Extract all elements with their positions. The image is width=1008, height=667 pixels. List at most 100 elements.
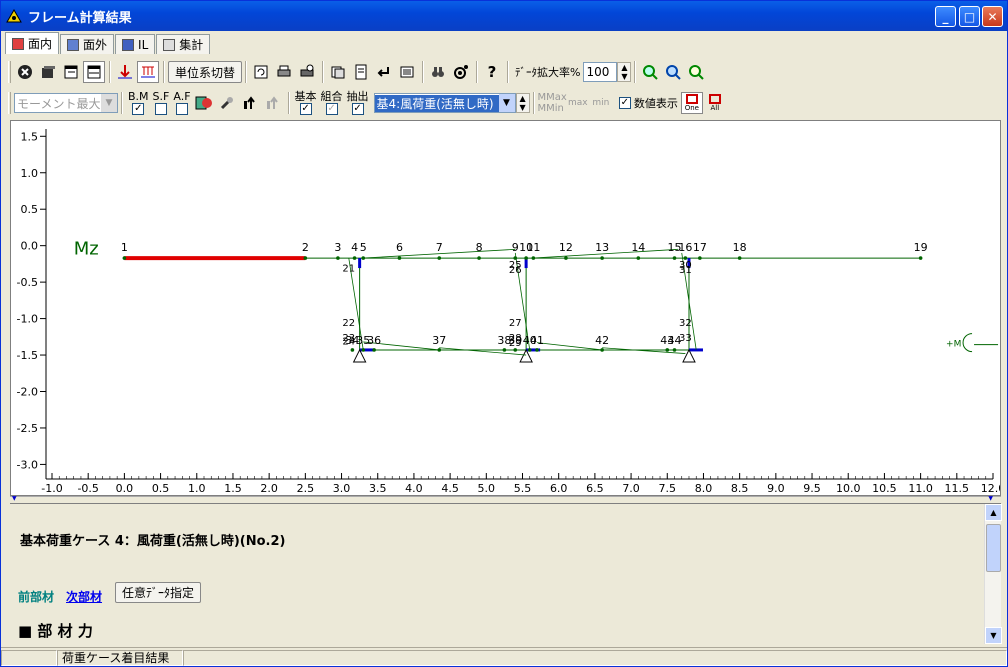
next-member-link[interactable]: 次部材 [66, 588, 102, 605]
chk-af[interactable] [175, 103, 188, 115]
summary-icon [163, 38, 176, 51]
scroll-up-icon[interactable]: ▲ [985, 504, 1002, 521]
document-icon[interactable] [350, 61, 372, 83]
chk-sf[interactable] [154, 103, 167, 115]
node-marker [477, 256, 481, 260]
x-tick-label: -1.0 [41, 482, 62, 495]
chk-extract[interactable]: ✓ [351, 103, 364, 115]
node-marker [600, 256, 604, 260]
toolbar2-grip[interactable] [8, 92, 11, 114]
node-label: 24 [342, 336, 355, 347]
chk-value-display[interactable]: ✓ [618, 97, 631, 109]
outplane-icon [67, 38, 80, 51]
window-layout-icon[interactable] [60, 61, 82, 83]
tab-inplane-label: 面内 [28, 37, 53, 51]
x-tick-label: 0.0 [116, 482, 134, 495]
chart-up-disabled-icon[interactable] [262, 92, 284, 114]
unit-switch-button[interactable]: 単位系切替 [168, 61, 243, 83]
chk-basic-label: 基本 [294, 90, 317, 103]
node-label: 29 [509, 338, 522, 349]
zoom-out-icon[interactable] [662, 61, 684, 83]
frame-diagram-canvas[interactable]: 1.5 1.0 0.5 0.0 -0.5 -1.0 -1.5 -2.0 -2.5 -3.0 -1.0… [10, 120, 1005, 496]
node-label: 3 [334, 241, 341, 254]
node-label: 2 [302, 241, 309, 254]
distributed-load-icon[interactable] [137, 61, 159, 83]
node-label: 26 [509, 265, 522, 276]
tab-summary[interactable]: 集計 [156, 34, 211, 54]
diagram-label: Mz [74, 238, 99, 259]
print-icon[interactable] [273, 61, 295, 83]
x-tick-label: 11.0 [908, 482, 933, 495]
node-label: 4 [351, 241, 358, 254]
min-button[interactable]: min [590, 92, 612, 114]
binoculars-icon[interactable] [427, 61, 449, 83]
close-button[interactable]: ✕ [982, 6, 1003, 27]
node-marker [361, 348, 366, 352]
tab-il[interactable]: IL [115, 34, 156, 54]
stop-icon[interactable] [14, 61, 36, 83]
tab-outplane[interactable]: 面外 [60, 34, 115, 54]
zoom-fit-icon[interactable] [685, 61, 707, 83]
max-button[interactable]: max [567, 92, 589, 114]
scroll-down-icon[interactable]: ▼ [985, 627, 1002, 644]
y-tick-label: -1.5 [17, 349, 38, 362]
y-tick-label: -2.5 [17, 422, 38, 435]
x-tick-label: 8.0 [695, 482, 713, 495]
loadcase-select-arrow-icon[interactable]: ▼ [498, 94, 515, 112]
result-scrollbar[interactable]: ▲ ▼ [984, 504, 1002, 644]
chk-basic-group: 基本 ✓ [295, 91, 317, 115]
tools-icon[interactable] [216, 92, 238, 114]
section-heading: ■ 部 材 力 [18, 622, 93, 640]
node-marker [352, 256, 357, 260]
node-marker [737, 256, 742, 260]
x-tick-label: 10.0 [836, 482, 861, 495]
node-label: 1 [121, 241, 128, 254]
node-marker [437, 256, 442, 260]
all-button[interactable]: All [704, 92, 726, 114]
zoom-input[interactable]: 100 [583, 62, 618, 82]
settings-icon[interactable] [450, 61, 472, 83]
return-icon[interactable] [373, 61, 395, 83]
export-icon[interactable] [396, 61, 418, 83]
chk-basic[interactable]: ✓ [299, 103, 312, 115]
toolbar-grip[interactable] [8, 61, 11, 83]
arbitrary-data-button[interactable]: 任意ﾃﾞｰﾀ指定 [115, 582, 202, 603]
node-label: 41 [530, 334, 544, 347]
moment-select-arrow-icon[interactable]: ▼ [101, 94, 117, 112]
help-icon[interactable]: ? [481, 61, 503, 83]
chk-combo[interactable]: ✓ [325, 103, 338, 115]
moment-select[interactable]: モーメント最大 ▼ [14, 93, 118, 113]
zoom-spinner[interactable]: ▲ ▼ [617, 62, 632, 82]
load-down-icon[interactable] [114, 61, 136, 83]
one-button[interactable]: One [680, 92, 703, 114]
chk-sf-group: S.F [153, 91, 169, 115]
table-view-icon[interactable] [83, 61, 105, 83]
x-tick-label: 6.0 [550, 482, 568, 495]
refresh-icon[interactable] [250, 61, 272, 83]
x-tick-label: 11.5 [945, 482, 970, 495]
minimize-button[interactable]: _ [935, 6, 956, 27]
tab-inplane[interactable]: 面内 [5, 32, 60, 54]
loadcase-spinner[interactable]: ▲ ▼ [515, 93, 530, 113]
x-tick-label: 1.5 [224, 482, 242, 495]
node-label: 16 [678, 241, 692, 254]
diagram-toggle-icon[interactable] [193, 92, 215, 114]
support-triangle [519, 348, 533, 363]
x-tick-label: 7.0 [622, 482, 640, 495]
copy-icon[interactable] [327, 61, 349, 83]
chk-bm[interactable]: ✓ [132, 103, 145, 115]
zoom-in-icon[interactable] [639, 61, 661, 83]
prev-member-link[interactable]: 前部材 [18, 588, 54, 605]
chk-extract-group: 抽出 ✓ [347, 91, 369, 115]
scroll-thumb[interactable] [986, 524, 1001, 572]
chart-up-icon[interactable] [239, 92, 261, 114]
print-preview-icon[interactable] [296, 61, 318, 83]
splitter[interactable]: ▼ ▼ [10, 495, 1001, 502]
value-display-label: 数値表示 [633, 97, 678, 110]
3d-view-icon[interactable] [37, 61, 59, 83]
node-label: 18 [733, 241, 747, 254]
moment-line [536, 342, 603, 351]
loadcase-select[interactable]: 基4:風荷重(活無し時) ▼ [373, 93, 516, 113]
maximize-button[interactable]: □ [959, 6, 980, 27]
x-tick-label: 2.0 [260, 482, 278, 495]
